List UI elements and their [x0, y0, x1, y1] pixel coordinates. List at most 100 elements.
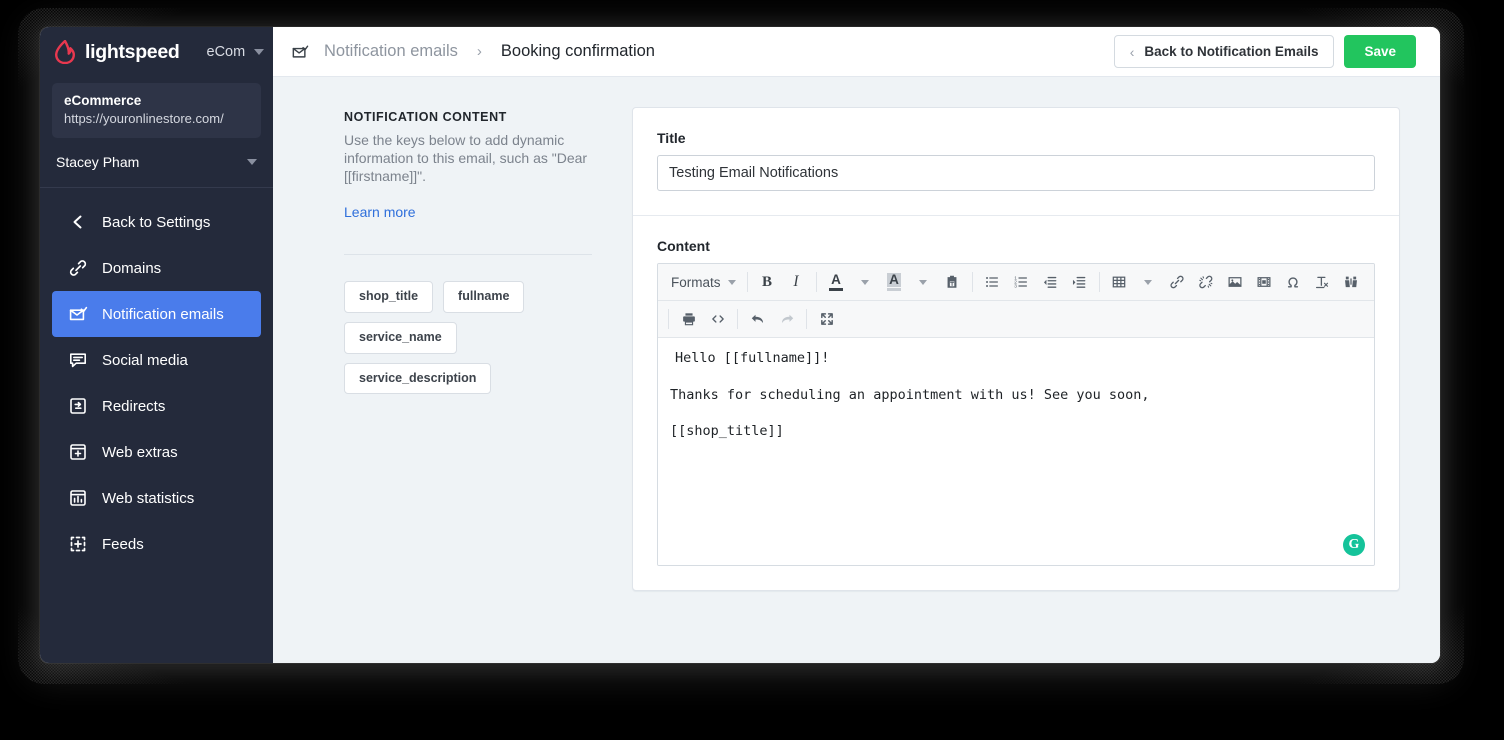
- background-color-button[interactable]: A: [880, 268, 909, 296]
- app-window: lightspeed eCom eCommerce https://youron…: [40, 27, 1440, 663]
- content-label: Content: [657, 238, 710, 254]
- insert-link-button[interactable]: [1163, 268, 1192, 296]
- sidebar-nav: Back to Settings Domains Notification em…: [40, 188, 273, 567]
- numbered-list-icon: 1 2 3: [1013, 274, 1029, 290]
- sidebar-item-label: Web extras: [102, 443, 178, 461]
- lightspeed-flame-logo: [54, 39, 76, 65]
- sidebar-item-notification-emails[interactable]: Notification emails: [52, 291, 261, 337]
- page-title: Booking confirmation: [500, 42, 655, 60]
- source-code-button[interactable]: [703, 305, 732, 333]
- bullet-list-button[interactable]: [978, 268, 1007, 296]
- editor-paragraph: Thanks for scheduling an appointment wit…: [670, 386, 1150, 403]
- dotted-square-plus-icon: [68, 534, 88, 554]
- grammarly-icon[interactable]: G: [1343, 534, 1365, 556]
- clipboard-text-icon: [944, 274, 960, 290]
- chevron-left-icon: [68, 212, 88, 232]
- undo-button[interactable]: [743, 305, 772, 333]
- learn-more-link[interactable]: Learn more: [344, 204, 416, 220]
- sidebar-item-label: Back to Settings: [102, 213, 211, 231]
- caret-down-icon: [1144, 279, 1153, 285]
- redirect-icon: [68, 396, 88, 416]
- table-dropdown[interactable]: [1134, 268, 1163, 296]
- source-code-icon: [710, 311, 726, 327]
- sidebar-item-web-extras[interactable]: Web extras: [52, 429, 261, 475]
- notification-content-panel: NOTIFICATION CONTENT Use the keys below …: [344, 107, 592, 663]
- insert-media-button[interactable]: [1250, 268, 1279, 296]
- numbered-list-button[interactable]: 1 2 3: [1007, 268, 1036, 296]
- toolbar-divider: [806, 309, 807, 329]
- title-input[interactable]: [657, 155, 1375, 191]
- table-icon: [1111, 274, 1127, 290]
- paste-as-text-button[interactable]: [938, 268, 967, 296]
- text-color-button[interactable]: A: [822, 268, 851, 296]
- caret-down-icon: [919, 279, 928, 285]
- search-replace-button[interactable]: [1337, 268, 1366, 296]
- fullscreen-button[interactable]: [812, 305, 841, 333]
- unlink-icon: [1198, 274, 1214, 290]
- notification-form-card: Title Content Formats B: [632, 107, 1400, 591]
- store-card[interactable]: eCommerce https://youronlinestore.com/: [52, 83, 261, 138]
- clear-formatting-button[interactable]: [1308, 268, 1337, 296]
- undo-icon: [750, 311, 766, 327]
- chat-bubble-icon: [68, 350, 88, 370]
- special-character-button[interactable]: [1279, 268, 1308, 296]
- unlink-button[interactable]: [1192, 268, 1221, 296]
- key-chip-service-name[interactable]: service_name: [344, 321, 457, 354]
- back-button-label: Back to Notification Emails: [1144, 44, 1319, 59]
- editor-paragraph: [[shop_title]]: [670, 423, 784, 440]
- toolbar-divider: [1098, 272, 1100, 292]
- binoculars-icon: [1343, 274, 1359, 290]
- link-icon: [1169, 274, 1185, 290]
- title-label: Title: [657, 130, 686, 146]
- italic-button[interactable]: I: [782, 268, 811, 296]
- sidebar-item-domains[interactable]: Domains: [52, 245, 261, 291]
- redo-button[interactable]: [772, 305, 801, 333]
- print-button[interactable]: [674, 305, 703, 333]
- toolbar-divider: [815, 272, 817, 292]
- toolbar-divider: [668, 309, 669, 329]
- editor-paragraph: Hello [[fullname]]!: [675, 350, 830, 366]
- outdent-button[interactable]: [1036, 268, 1065, 296]
- caret-down-icon[interactable]: [254, 49, 265, 55]
- image-icon: [1227, 274, 1243, 290]
- sidebar-item-web-statistics[interactable]: Web statistics: [52, 475, 261, 521]
- user-menu[interactable]: Stacey Pham: [40, 138, 273, 188]
- topbar: Notification emails › Booking confirmati…: [273, 27, 1440, 77]
- key-chip-fullname[interactable]: fullname: [443, 281, 525, 313]
- sidebar-item-redirects[interactable]: Redirects: [52, 383, 261, 429]
- envelope-check-icon: [68, 304, 88, 324]
- indent-button[interactable]: [1065, 268, 1094, 296]
- sidebar-item-label: Notification emails: [102, 305, 224, 323]
- sidebar-item-label: Web statistics: [102, 489, 195, 507]
- chevron-left-icon: ‹: [1129, 43, 1135, 60]
- link-icon: [68, 258, 88, 278]
- content-section: Content Formats B I A A 1 2 3 Hello [[fu…: [633, 215, 1399, 590]
- insert-image-button[interactable]: [1221, 268, 1250, 296]
- sidebar-item-feeds[interactable]: Feeds: [52, 521, 261, 567]
- background-color-dropdown[interactable]: [909, 268, 938, 296]
- right-pane: Notification emails › Booking confirmati…: [273, 27, 1440, 663]
- panel-heading: NOTIFICATION CONTENT: [344, 110, 507, 124]
- formats-label: Formats: [671, 274, 721, 290]
- key-chip-service-description[interactable]: service_description: [344, 362, 492, 395]
- editor-content-area[interactable]: Hello [[fullname]]! Thanks for schedulin…: [658, 338, 1374, 565]
- background-color-icon: A: [887, 273, 902, 291]
- key-chip-shop-title[interactable]: shop_title: [344, 281, 434, 313]
- bold-button[interactable]: B: [753, 268, 782, 296]
- redo-icon: [779, 311, 795, 327]
- sidebar-item-label: Redirects: [102, 397, 166, 415]
- sidebar-item-social-media[interactable]: Social media: [52, 337, 261, 383]
- text-color-glyph: A: [831, 272, 841, 288]
- text-color-dropdown[interactable]: [851, 268, 880, 296]
- title-section: Title: [633, 108, 1399, 215]
- save-button[interactable]: Save: [1344, 35, 1416, 68]
- table-button[interactable]: [1105, 268, 1134, 296]
- caret-down-icon: [727, 279, 736, 285]
- breadcrumb-parent-link[interactable]: Notification emails: [324, 42, 458, 61]
- back-to-notification-emails-button[interactable]: ‹ Back to Notification Emails: [1113, 35, 1335, 68]
- sidebar-item-back-to-settings[interactable]: Back to Settings: [52, 199, 261, 245]
- formats-dropdown[interactable]: Formats: [663, 268, 742, 296]
- bullet-list-icon: [984, 274, 1000, 290]
- caret-down-icon[interactable]: [247, 159, 257, 165]
- sidebar-item-label: Social media: [102, 351, 188, 369]
